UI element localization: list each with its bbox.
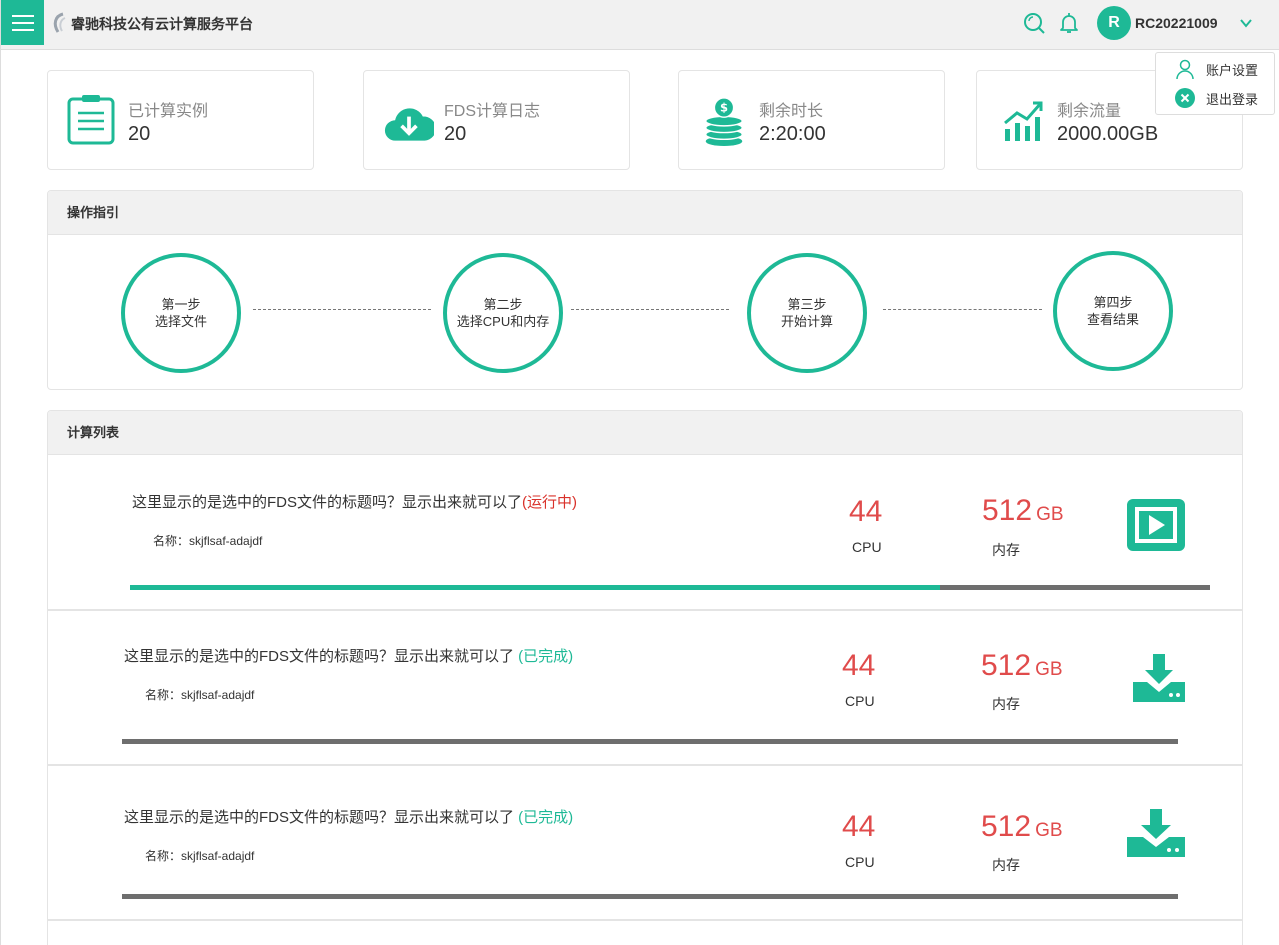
task-progress-bar (130, 585, 1210, 590)
step-text: 选择文件 (154, 314, 207, 329)
stat-value: 2000.00GB (1057, 123, 1159, 145)
compute-list-panel: 计算列表 这里显示的是选中的FDS文件的标题吗？显示出来就可以了(运行中) 名称… (47, 410, 1243, 945)
memory-value: 512 (981, 810, 1032, 843)
task-name: 名称：skjflsaf-adajdf (153, 534, 263, 548)
step-text: 开始计算 (780, 314, 833, 329)
cpu-label: CPU (852, 539, 882, 555)
memory-amount: 512 GB (982, 494, 1064, 528)
memory-amount: 512 GB (981, 810, 1063, 844)
task-progress-fill (130, 585, 940, 590)
compute-task-row[interactable]: 这里显示的是选中的FDS文件的标题吗？显示出来就可以了(运行中) 名称：skjf… (48, 456, 1242, 611)
task-status: (已完成) (514, 809, 574, 826)
task-name: 名称：skjflsaf-adajdf (145, 849, 255, 863)
guide-step-4: 第四步 查看结果 (1053, 251, 1173, 371)
play-icon[interactable] (1127, 499, 1185, 551)
user-icon (1176, 59, 1194, 80)
account-settings-item[interactable]: 账户设置 (1174, 58, 1258, 80)
download-icon[interactable] (1127, 809, 1185, 857)
step-number: 第二步 (483, 297, 523, 312)
step-connector (571, 309, 729, 310)
chevron-down-icon[interactable] (1239, 16, 1253, 30)
step-number: 第一步 (161, 297, 201, 312)
task-title-text: 这里显示的是选中的FDS文件的标题吗？显示出来就可以了 (124, 648, 515, 665)
task-status: (已完成) (514, 648, 574, 665)
username[interactable]: RC20221009 (1135, 15, 1218, 31)
stat-card-computed-instances: 已计算实例 20 (47, 70, 314, 170)
task-progress-bar (122, 894, 1178, 899)
cpu-count: 44 (842, 649, 876, 682)
compute-task-row[interactable]: 这里显示的是选中的FDS文件的标题吗？显示出来就可以了 (已完成) 名称：skj… (48, 766, 1242, 921)
task-name: 名称：skjflsaf-adajdf (145, 688, 255, 702)
logout-icon (1175, 88, 1195, 108)
cloud-download-icon (385, 108, 434, 141)
memory-label: 内存 (992, 542, 1020, 558)
memory-label: 内存 (992, 857, 1020, 873)
memory-amount: 512 GB (981, 649, 1063, 683)
stat-card-remaining-time: $ 剩余时长 2:20:00 (678, 70, 945, 170)
chart-growth-icon (1004, 101, 1043, 141)
memory-unit: GB (1036, 504, 1064, 525)
step-number: 第三步 (787, 297, 827, 312)
panel-title: 操作指引 (48, 191, 1242, 235)
logout-label: 退出登录 (1206, 91, 1259, 107)
stat-label: 剩余时长 (759, 103, 824, 120)
stat-card-fds-logs: FDS计算日志 20 (363, 70, 630, 170)
menu-line-icon (11, 14, 34, 17)
memory-unit: GB (1035, 820, 1063, 841)
memory-value: 512 (981, 649, 1032, 682)
task-title: 这里显示的是选中的FDS文件的标题吗？显示出来就可以了 (已完成) (124, 806, 573, 827)
task-title: 这里显示的是选中的FDS文件的标题吗？显示出来就可以了(运行中) (132, 491, 577, 512)
task-progress-bar (122, 739, 1178, 744)
cpu-label: CPU (845, 854, 875, 870)
svg-text:$: $ (720, 100, 728, 114)
guide-step-1: 第一步 选择文件 (121, 253, 241, 373)
memory-value: 512 (982, 494, 1033, 527)
stat-label: FDS计算日志 (444, 103, 541, 120)
stat-label: 剩余流量 (1057, 103, 1122, 120)
cpu-label: CPU (845, 693, 875, 709)
guide-step-3: 第三步 开始计算 (747, 253, 867, 373)
step-number: 第四步 (1093, 295, 1133, 310)
step-text: 选择CPU和内存 (456, 314, 550, 329)
brand-logo-icon (53, 12, 66, 33)
stat-value: 20 (128, 123, 151, 145)
stat-value: 20 (444, 123, 467, 145)
memory-label: 内存 (992, 696, 1020, 712)
brand-title: 睿驰科技公有云计算服务平台 (71, 16, 253, 32)
cpu-count: 44 (842, 810, 876, 843)
menu-line-icon (11, 28, 34, 31)
task-status: (运行中) (522, 494, 578, 511)
coins-icon: $ (705, 97, 743, 147)
stat-label: 已计算实例 (128, 103, 209, 120)
clipboard-icon (67, 95, 115, 145)
account-settings-label: 账户设置 (1206, 62, 1259, 78)
operation-guide-panel: 操作指引 第一步 选择文件 第二步 选择CPU和内存 第三步 开始计算 第四步 … (47, 190, 1243, 390)
memory-unit: GB (1035, 659, 1063, 680)
avatar[interactable]: R (1097, 6, 1131, 40)
guide-step-2: 第二步 选择CPU和内存 (443, 253, 563, 373)
cpu-count: 44 (849, 495, 883, 528)
menu-line-icon (11, 21, 34, 24)
hamburger-menu-button[interactable] (1, 0, 44, 45)
search-icon[interactable] (1022, 11, 1046, 35)
bell-icon[interactable] (1057, 11, 1081, 35)
step-text: 查看结果 (1086, 312, 1139, 327)
step-connector (883, 309, 1042, 310)
task-title: 这里显示的是选中的FDS文件的标题吗？显示出来就可以了 (已完成) (124, 645, 573, 666)
top-header: 睿驰科技公有云计算服务平台 R RC20221009 (1, 0, 1279, 50)
stat-value: 2:20:00 (759, 123, 826, 145)
user-dropdown-menu: 账户设置 退出登录 (1155, 52, 1275, 115)
logout-item[interactable]: 退出登录 (1174, 87, 1258, 109)
task-title-text: 这里显示的是选中的FDS文件的标题吗？显示出来就可以了 (124, 809, 515, 826)
download-icon[interactable] (1133, 654, 1185, 702)
compute-task-row[interactable]: 这里显示的是选中的FDS文件的标题吗？显示出来就可以了 (已完成) 名称：skj… (48, 611, 1242, 766)
panel-title: 计算列表 (48, 411, 1242, 455)
step-connector (253, 309, 431, 310)
task-title-text: 这里显示的是选中的FDS文件的标题吗？显示出来就可以了 (132, 494, 523, 511)
